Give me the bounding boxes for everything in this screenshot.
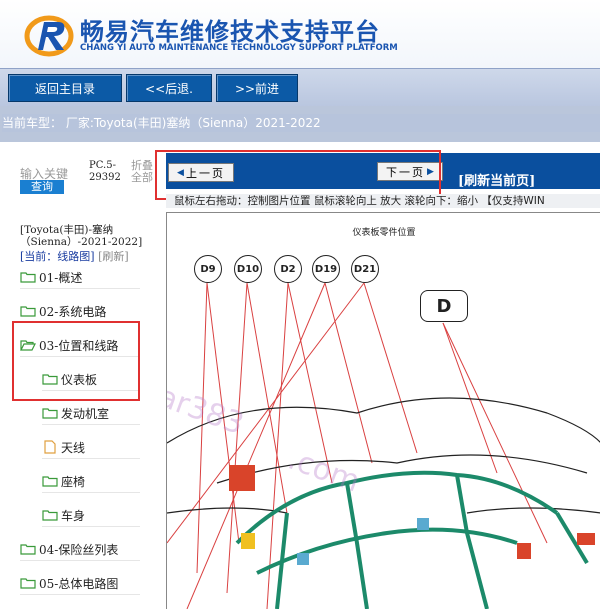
tree-item-antenna[interactable]: 天线 bbox=[42, 436, 140, 459]
tree-item-label: 发动机室 bbox=[61, 406, 110, 421]
connector-d2: D2 bbox=[274, 255, 302, 283]
connector-d10: D10 bbox=[234, 255, 262, 283]
file-icon bbox=[42, 440, 58, 454]
home-button[interactable]: 返回主目录 bbox=[8, 74, 122, 102]
vehicle-label: [Toyota(丰田)-塞纳（Sienna）-2021-2022] bbox=[20, 224, 143, 248]
usage-hint-text: 鼠标左右拖动：控制图片位置 鼠标滚轮向上 放大 滚轮向下：缩小 【仅支持WIN bbox=[174, 195, 545, 207]
logo-icon bbox=[24, 15, 74, 57]
connector-d9: D9 bbox=[194, 255, 222, 283]
current-label: [当前：线路图] bbox=[20, 250, 95, 263]
fold-line-2: 全部 bbox=[131, 171, 153, 184]
current-vehicle: 当前车型： 厂家:Toyota(丰田)塞纳（Sienna）2021-2022 bbox=[2, 114, 600, 132]
folder-icon bbox=[42, 475, 58, 487]
tree-item-label: 天线 bbox=[61, 440, 86, 455]
folder-icon bbox=[20, 271, 36, 283]
folder-icon bbox=[20, 305, 36, 317]
tree-item-label: 04-保险丝列表 bbox=[39, 542, 119, 557]
location-box-d: D bbox=[420, 290, 468, 322]
folder-icon bbox=[42, 509, 58, 521]
tree-item-seat[interactable]: 座椅 bbox=[42, 470, 140, 493]
folder-icon bbox=[20, 543, 36, 555]
connector-d21: D21 bbox=[351, 255, 379, 283]
tree-item-overall-diagram[interactable]: 05-总体电路图 bbox=[20, 572, 140, 595]
tree-item-label: 05-总体电路图 bbox=[39, 576, 119, 591]
highlight-box-pager bbox=[155, 150, 441, 200]
tree-item-engine-room[interactable]: 发动机室 bbox=[42, 402, 140, 425]
current-section: [当前：线路图] [刷新] bbox=[20, 248, 129, 264]
wiring-diagram[interactable]: 仪表板零件位置 D9 D10 D2 D19 D21 D ar383 .com bbox=[166, 212, 600, 609]
brand-title: 畅易汽车维修技术支持平台 bbox=[80, 18, 380, 46]
highlight-box-tree bbox=[12, 321, 140, 401]
tree-item-system[interactable]: 02-系统电路 bbox=[20, 300, 140, 323]
tree-item-label: 01-概述 bbox=[39, 270, 83, 285]
tree-item-label: 座椅 bbox=[61, 474, 86, 489]
fold-all-button[interactable]: 折叠 全部 bbox=[131, 160, 153, 184]
pc-line-1: PC.5- bbox=[89, 160, 116, 171]
folder-icon bbox=[20, 577, 36, 589]
folder-icon bbox=[42, 407, 58, 419]
pc-info: PC.5- 29392 bbox=[89, 160, 121, 184]
refresh-link[interactable]: [刷新] bbox=[98, 250, 129, 263]
app-header: 畅易汽车维修技术支持平台 CHANG YI AUTO MAINTENANCE T… bbox=[0, 0, 600, 68]
search-button[interactable]: 查询 bbox=[20, 180, 64, 194]
refresh-page-button[interactable]: [刷新当前页] bbox=[458, 170, 535, 189]
pc-line-2: 29392 bbox=[89, 172, 121, 183]
tree-item-label: 车身 bbox=[61, 508, 86, 523]
connector-d19: D19 bbox=[312, 255, 340, 283]
back-button[interactable]: <<后退. bbox=[126, 74, 212, 102]
tree-item-label: 02-系统电路 bbox=[39, 304, 107, 319]
nav-bar: 返回主目录 <<后退. >>前进 bbox=[0, 68, 600, 107]
tree-item-overview[interactable]: 01-概述 bbox=[20, 266, 140, 289]
forward-button[interactable]: >>前进 bbox=[216, 74, 298, 102]
brand-subtitle: CHANG YI AUTO MAINTENANCE TECHNOLOGY SUP… bbox=[80, 43, 398, 53]
usage-hint: 鼠标左右拖动：控制图片位置 鼠标滚轮向上 放大 滚轮向下：缩小 【仅支持WIN bbox=[166, 194, 600, 208]
tree-item-body[interactable]: 车身 bbox=[42, 504, 140, 527]
tree-item-fuse-list[interactable]: 04-保险丝列表 bbox=[20, 538, 140, 561]
